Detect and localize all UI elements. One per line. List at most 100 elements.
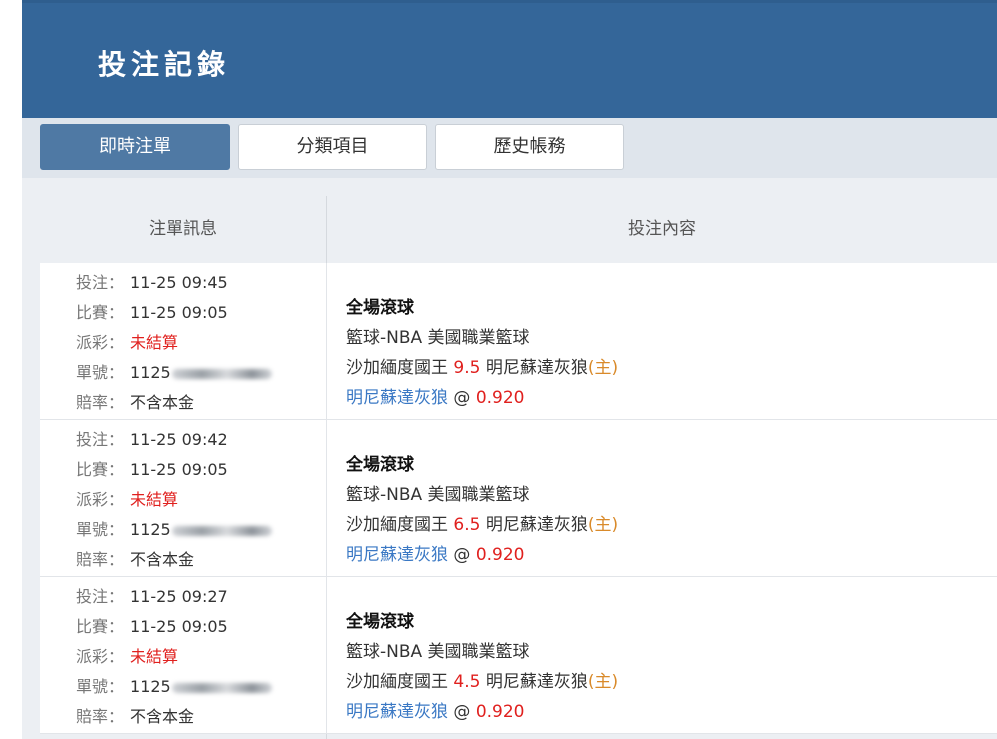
payout-line: 派彩： 未結算: [76, 486, 178, 510]
match-time-value: 11-25 09:05: [130, 303, 228, 322]
match-time-value: 11-25 09:05: [130, 617, 228, 636]
odds-type-line: 賠率： 不含本金: [76, 703, 194, 727]
match-time-line: 比賽： 11-25 09:05: [76, 299, 228, 323]
payout-label: 派彩：: [76, 333, 125, 352]
league-name: 籃球-NBA 美國職業籃球: [346, 485, 530, 505]
selection: 明尼蘇達灰狼 @ 0.920: [346, 540, 524, 565]
odds-value: 0.920: [475, 545, 525, 565]
column-header-bet-content: 投注內容: [628, 219, 696, 239]
payout-status: 未結算: [130, 647, 179, 666]
tab-categories[interactable]: 分類項目: [238, 124, 427, 170]
at-symbol: @: [453, 388, 471, 408]
order-number-value: 1125: [130, 677, 171, 696]
table-row: 投注： 11-25 09:27 比賽： 11-25 09:05 派彩： 未結算 單號：…: [40, 577, 997, 734]
home-tag: (主): [587, 515, 619, 535]
bet-time-line: 投注： 11-25 09:45: [76, 269, 228, 293]
market-type: 全場滾球: [346, 455, 414, 475]
order-number-label: 單號：: [76, 677, 125, 696]
bet-content-cell: 全場滾球 籃球-NBA 美國職業籃球 沙加緬度國王 4.5 明尼蘇達灰狼(主) …: [327, 577, 997, 733]
home-team: 明尼蘇達灰狼: [485, 515, 588, 535]
matchup: 沙加緬度國王 9.5 明尼蘇達灰狼(主): [346, 353, 618, 378]
bet-time-line: 投注： 11-25 09:42: [76, 426, 228, 450]
tab-bar: 即時注單 分類項目 歷史帳務: [22, 118, 997, 178]
column-header-bet-info: 注單訊息: [149, 219, 217, 239]
tab-live-bets[interactable]: 即時注單: [40, 124, 230, 170]
bet-time-value: 11-25 09:42: [130, 430, 228, 449]
at-symbol: @: [453, 702, 471, 722]
match-time-line: 比賽： 11-25 09:05: [76, 613, 228, 637]
order-number-value: 1125: [130, 363, 171, 382]
odds-value: 0.920: [475, 388, 525, 408]
payout-status: 未結算: [130, 490, 179, 509]
match-time-label: 比賽：: [76, 460, 125, 479]
odds-type-value: 不含本金: [130, 550, 195, 569]
match-time-label: 比賽：: [76, 617, 125, 636]
payout-line: 派彩： 未結算: [76, 329, 178, 353]
odds-type-line: 賠率： 不含本金: [76, 546, 194, 570]
bet-time-value: 11-25 09:27: [130, 587, 228, 606]
home-tag: (主): [587, 672, 619, 692]
match-time-value: 11-25 09:05: [130, 460, 228, 479]
picked-team: 明尼蘇達灰狼: [346, 388, 448, 408]
order-number-label: 單號：: [76, 363, 125, 382]
table-row: 投注： 11-25 09:42 比賽： 11-25 09:05 派彩： 未結算 單號：…: [40, 420, 997, 577]
matchup: 沙加緬度國王 4.5 明尼蘇達灰狼(主): [346, 667, 618, 692]
bet-time-label: 投注：: [76, 273, 125, 292]
bet-time-label: 投注：: [76, 587, 125, 606]
order-number-line: 單號： 1125: [76, 673, 272, 697]
bet-rows: 投注： 11-25 09:45 比賽： 11-25 09:05 派彩： 未結算 單號：…: [40, 263, 997, 734]
redacted-order-number: [171, 525, 272, 536]
away-team: 沙加緬度國王: [346, 672, 448, 692]
away-team: 沙加緬度國王: [346, 515, 448, 535]
odds-type-label: 賠率：: [76, 707, 125, 726]
page-title: 投注記錄: [98, 48, 231, 81]
bet-content-cell: 全場滾球 籃球-NBA 美國職業籃球 沙加緬度國王 9.5 明尼蘇達灰狼(主) …: [327, 263, 997, 419]
odds-type-line: 賠率： 不含本金: [76, 389, 194, 413]
bet-time-value: 11-25 09:45: [130, 273, 228, 292]
matchup: 沙加緬度國王 6.5 明尼蘇達灰狼(主): [346, 510, 618, 535]
bet-time-line: 投注： 11-25 09:27: [76, 583, 228, 607]
odds-type-value: 不含本金: [130, 707, 195, 726]
away-team: 沙加緬度國王: [346, 358, 448, 378]
order-number-line: 單號： 1125: [76, 516, 272, 540]
payout-label: 派彩：: [76, 647, 125, 666]
payout-status: 未結算: [130, 333, 179, 352]
at-symbol: @: [453, 545, 471, 565]
redacted-order-number: [171, 368, 272, 379]
match-time-line: 比賽： 11-25 09:05: [76, 456, 228, 480]
bet-info-cell: 投注： 11-25 09:27 比賽： 11-25 09:05 派彩： 未結算 單號：…: [40, 577, 326, 733]
handicap-value: 9.5: [453, 358, 481, 378]
market-type: 全場滾球: [346, 612, 414, 632]
table-row: 投注： 11-25 09:45 比賽： 11-25 09:05 派彩： 未結算 單號：…: [40, 263, 997, 420]
selection: 明尼蘇達灰狼 @ 0.920: [346, 697, 524, 722]
bet-info-cell: 投注： 11-25 09:45 比賽： 11-25 09:05 派彩： 未結算 單號：…: [40, 263, 326, 419]
payout-label: 派彩：: [76, 490, 125, 509]
picked-team: 明尼蘇達灰狼: [346, 702, 448, 722]
odds-type-label: 賠率：: [76, 393, 125, 412]
handicap-value: 6.5: [453, 515, 481, 535]
selection: 明尼蘇達灰狼 @ 0.920: [346, 383, 524, 408]
home-tag: (主): [587, 358, 619, 378]
bets-table: 注單訊息 投注內容 投注： 11-25 09:45 比賽： 11-25 09:05 …: [22, 178, 997, 739]
league-name: 籃球-NBA 美國職業籃球: [346, 642, 530, 662]
redacted-order-number: [171, 682, 272, 693]
home-team: 明尼蘇達灰狼: [485, 358, 588, 378]
bet-time-label: 投注：: [76, 430, 125, 449]
order-number-line: 單號： 1125: [76, 359, 272, 383]
league-name: 籃球-NBA 美國職業籃球: [346, 328, 530, 348]
odds-type-label: 賠率：: [76, 550, 125, 569]
picked-team: 明尼蘇達灰狼: [346, 545, 448, 565]
order-number-value: 1125: [130, 520, 171, 539]
tab-history[interactable]: 歷史帳務: [435, 124, 624, 170]
bet-content-cell: 全場滾球 籃球-NBA 美國職業籃球 沙加緬度國王 6.5 明尼蘇達灰狼(主) …: [327, 420, 997, 576]
order-number-label: 單號：: [76, 520, 125, 539]
page-header: 投注記錄: [22, 0, 997, 118]
handicap-value: 4.5: [453, 672, 481, 692]
bet-info-cell: 投注： 11-25 09:42 比賽： 11-25 09:05 派彩： 未結算 單號：…: [40, 420, 326, 576]
odds-type-value: 不含本金: [130, 393, 195, 412]
market-type: 全場滾球: [346, 298, 414, 318]
match-time-label: 比賽：: [76, 303, 125, 322]
payout-line: 派彩： 未結算: [76, 643, 178, 667]
odds-value: 0.920: [475, 702, 525, 722]
home-team: 明尼蘇達灰狼: [485, 672, 588, 692]
